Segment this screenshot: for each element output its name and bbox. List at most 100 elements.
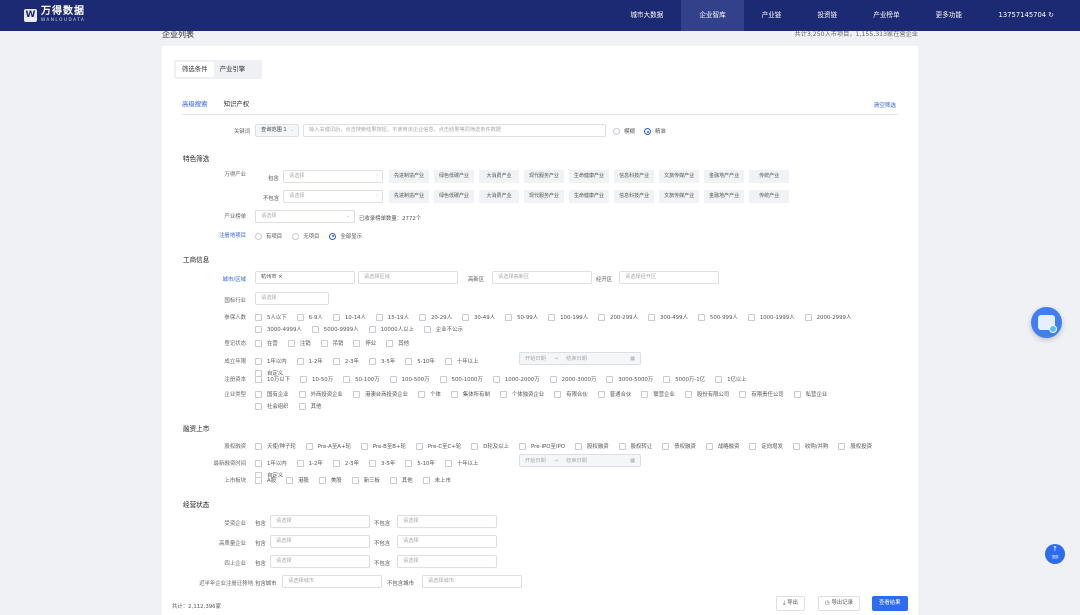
filter-option[interactable]: Pre-B至B+轮 (360, 442, 406, 450)
industry-tag[interactable]: 金融地产产业 (704, 170, 745, 183)
filter-option[interactable]: 在营 (255, 339, 278, 347)
filter-option[interactable]: A股 (255, 476, 276, 484)
industry-tag[interactable]: 信息科技产业 (614, 170, 655, 183)
industry-tag[interactable]: 绿色低碳产业 (434, 170, 475, 183)
filter-option[interactable]: 十年以上 (444, 357, 478, 365)
hightech-select[interactable]: 请选择高新区 (492, 271, 592, 284)
filter-option[interactable]: Pre-C至C+轮 (415, 442, 461, 450)
filter-option[interactable]: 新三板 (351, 476, 380, 484)
filter-option[interactable]: 停业 (353, 339, 376, 347)
industry-tag[interactable]: 大消费产业 (479, 170, 520, 183)
filter-option[interactable]: 定向增发 (749, 442, 783, 450)
filter-option[interactable]: 3000-4999人 (255, 325, 302, 333)
industry-tag[interactable]: 金融地产产业 (704, 190, 745, 203)
nav-industry-chain[interactable]: 产业链 (744, 0, 800, 31)
filter-option[interactable]: 吊销 (320, 339, 343, 347)
filter-option[interactable]: 其他 (386, 339, 409, 347)
exact-option[interactable]: 精准 (644, 127, 666, 135)
filter-option[interactable]: 股权转让 (618, 442, 652, 450)
filter-option[interactable]: 5-10年 (405, 459, 435, 467)
founded-date-range[interactable]: 开始日期 → 结束日期 ▦ (519, 352, 641, 365)
clear-filters-link[interactable]: 清空筛选 (874, 101, 896, 109)
filter-option[interactable]: 社会组织 (255, 402, 289, 410)
industry-tag[interactable]: 文旅传媒产业 (659, 170, 700, 183)
filter-option[interactable]: 10000人以上 (368, 325, 414, 333)
filter-option[interactable]: 其他 (298, 402, 321, 410)
ops-include-select[interactable]: 请选择 (270, 535, 370, 548)
filter-option[interactable]: 股权投资 (838, 442, 872, 450)
industry-tag[interactable]: 信息科技产业 (614, 190, 655, 203)
filter-option[interactable]: 3-5年 (369, 357, 395, 365)
tab-industry-engine[interactable]: 产业引擎 (214, 62, 252, 77)
focus-option[interactable]: 有项目 (255, 232, 282, 240)
filter-option[interactable]: 十年以上 (444, 459, 478, 467)
city-select[interactable]: 杭州市 × (255, 271, 355, 284)
wande-include-select[interactable]: 请选择 › (283, 170, 383, 183)
industry-tag[interactable]: 先进制造产业 (389, 190, 430, 203)
filter-option[interactable]: 50-100万 (343, 375, 380, 383)
filter-option[interactable]: 有限责任公司 (739, 390, 784, 398)
filter-option[interactable]: 1-2年 (296, 459, 323, 467)
filter-option[interactable]: 联营企业 (641, 390, 675, 398)
filter-option[interactable]: 股份有限公司 (684, 390, 729, 398)
filter-option[interactable]: 股权融资 (575, 442, 609, 450)
view-results-button[interactable]: 查看结果 (872, 596, 908, 611)
filter-option[interactable]: D轮及以上 (471, 442, 509, 450)
logout-icon[interactable]: ↻ (1048, 11, 1054, 19)
filter-option[interactable]: 美股 (318, 476, 342, 484)
filter-option[interactable]: 10-50万 (300, 375, 333, 383)
industry-select[interactable]: 请选择 (255, 292, 329, 305)
filter-option[interactable]: 3-5年 (369, 459, 395, 467)
industry-tag[interactable]: 大消费产业 (479, 190, 520, 203)
back-to-top-button[interactable]: ↑ 顶部 (1045, 544, 1065, 564)
industry-tag[interactable]: 现代服务产业 (524, 170, 565, 183)
filter-option[interactable]: 50-99人 (505, 313, 538, 321)
nav-more[interactable]: 更多功能 (918, 0, 980, 31)
industry-tag[interactable]: 生命健康产业 (569, 190, 610, 203)
filter-option[interactable]: 收购/并购 (792, 442, 828, 450)
focus-option[interactable]: 全部显示 (329, 232, 362, 240)
ops-include-select[interactable]: 请选择 (270, 555, 370, 568)
filter-option[interactable]: 企业不公示 (423, 325, 463, 333)
ops-exclude-select[interactable]: 请选择 (397, 515, 497, 528)
industry-tag[interactable]: 先进制造产业 (389, 170, 430, 183)
filter-option[interactable]: 2-3年 (332, 459, 359, 467)
filter-option[interactable]: Pre-IPO至IPO (518, 442, 565, 450)
tab-ip[interactable]: 知识产权 (224, 99, 250, 115)
district-select[interactable]: 请选择区域 (358, 271, 458, 284)
filter-option[interactable]: 外商投资企业 (298, 390, 343, 398)
wande-exclude-select[interactable]: 请选择 › (283, 190, 383, 203)
filter-option[interactable]: 私营企业 (793, 390, 827, 398)
filter-option[interactable]: 5-10年 (405, 357, 435, 365)
filter-option[interactable]: 500-999人 (697, 313, 738, 321)
filter-option[interactable]: 5人以下 (255, 313, 287, 321)
tab-advanced-search[interactable]: 高级搜索 (182, 99, 208, 115)
filter-option[interactable]: 1亿以上 (715, 375, 747, 383)
filter-option[interactable]: 个体独资企业 (499, 390, 544, 398)
finance-date-range[interactable]: 开始日期 → 结束日期 ▦ (519, 454, 641, 467)
filter-option[interactable]: 普通合伙 (597, 390, 631, 398)
filter-option[interactable]: 30-49人 (462, 313, 495, 321)
filter-option[interactable]: 未上市 (422, 476, 451, 484)
filter-option[interactable]: 1000-2000万 (492, 375, 540, 383)
filter-option[interactable]: 1年以内 (255, 459, 287, 467)
filter-option[interactable]: Pre-A至A+轮 (305, 442, 351, 450)
filter-option[interactable]: 战略融资 (705, 442, 739, 450)
filter-option[interactable]: 1000-1999人 (747, 313, 795, 321)
filter-option[interactable]: 注销 (287, 339, 311, 347)
industry-tag[interactable]: 现代服务产业 (524, 190, 565, 203)
exclude-city-select[interactable]: 请选择城市 (422, 575, 522, 588)
filter-option[interactable]: 个体 (418, 390, 441, 398)
filter-option[interactable]: 其他 (389, 476, 413, 484)
close-icon[interactable]: × (278, 274, 282, 280)
filter-option[interactable]: 5000-9999人 (311, 325, 359, 333)
filter-option[interactable]: 2000-2999人 (804, 313, 851, 321)
filter-option[interactable]: 100-199人 (548, 313, 588, 321)
keyword-input[interactable]: 输入关键词后，点击搜索结果按钮，不使用该企业信息，点击结果等同筛选条件数据 (303, 124, 606, 137)
filter-option[interactable]: 10万以下 (255, 375, 290, 383)
filter-option[interactable]: 3000-5000万 (606, 375, 653, 383)
filter-option[interactable]: 500-1000万 (439, 375, 483, 383)
filter-option[interactable]: 2-3年 (332, 357, 359, 365)
filter-option[interactable]: 300-499人 (647, 313, 688, 321)
filter-option[interactable]: 集体所有制 (450, 390, 490, 398)
